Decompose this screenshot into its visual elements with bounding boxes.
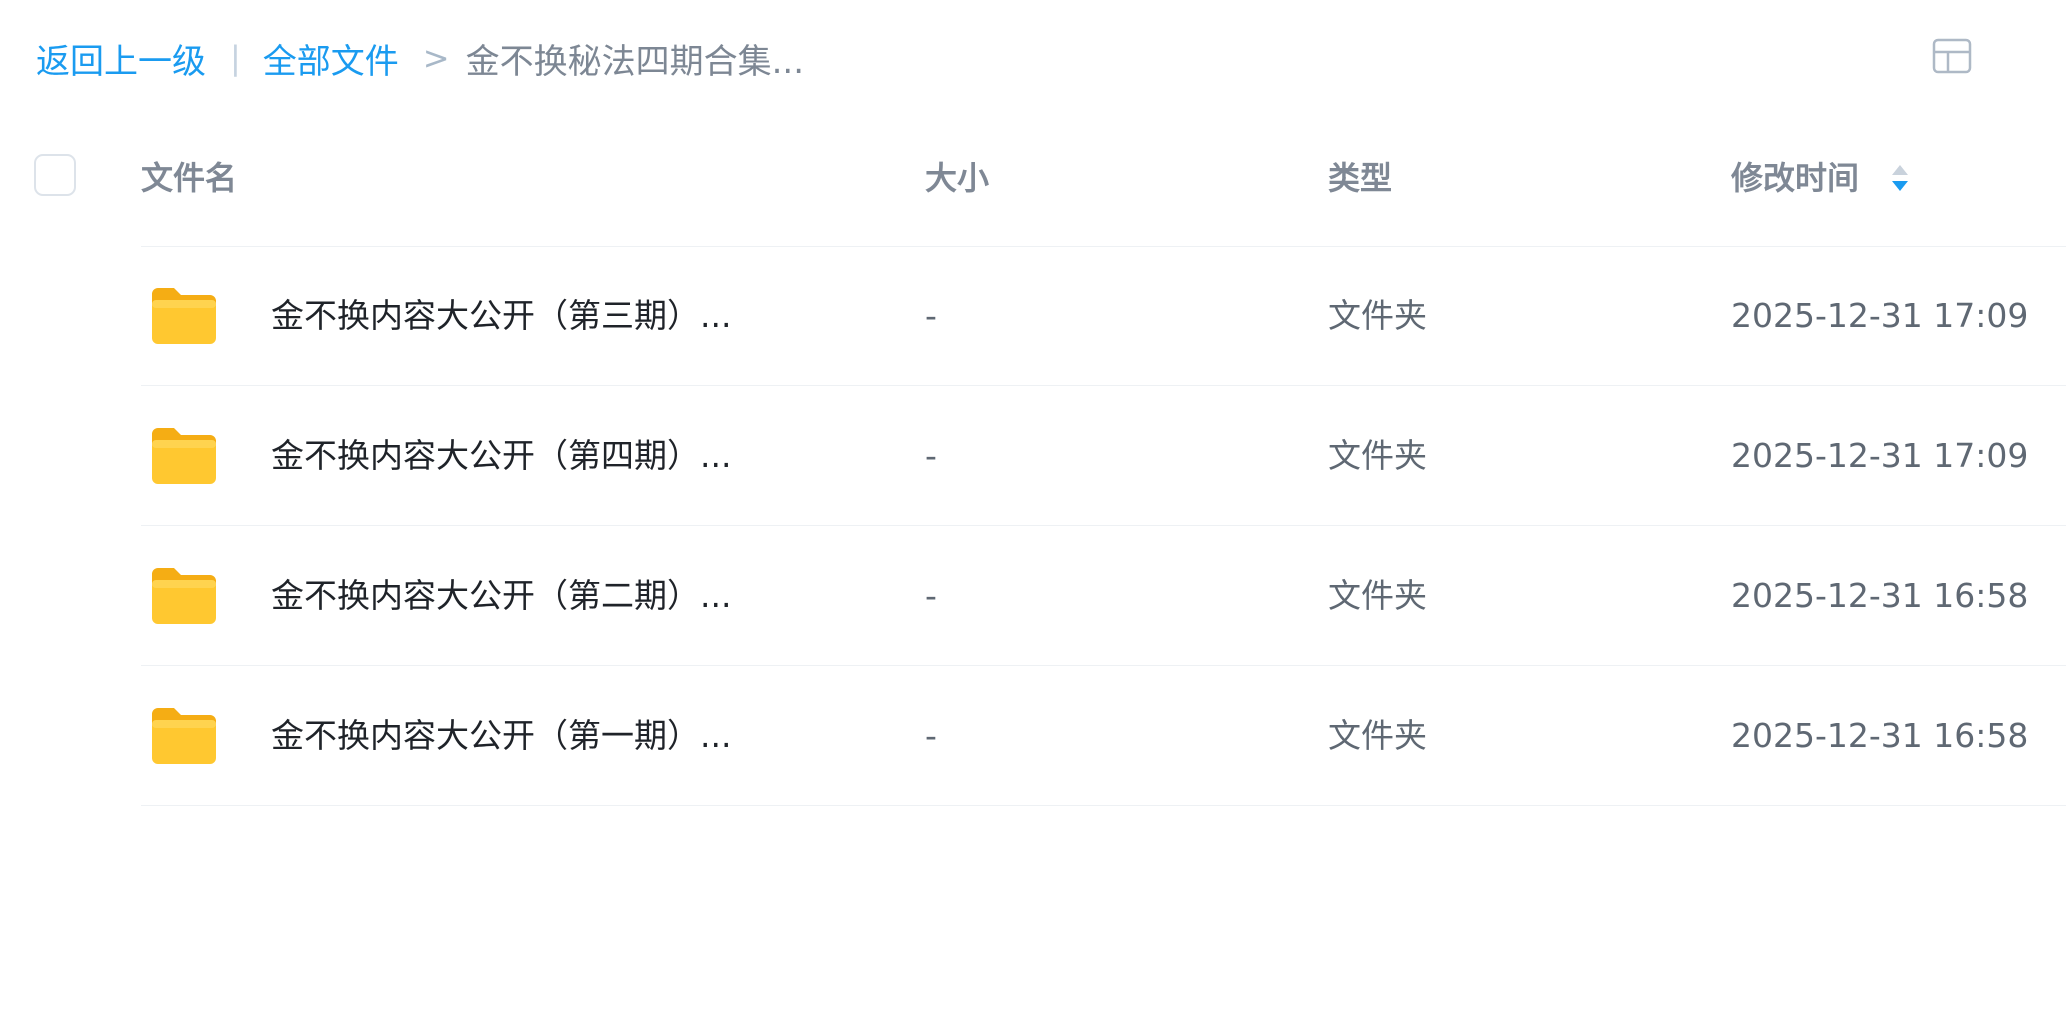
breadcrumb: 返回上一级 | 全部文件 > 金不换秘法四期合集... bbox=[36, 34, 804, 82]
breadcrumb-current: 金不换秘法四期合集... bbox=[465, 41, 805, 82]
folder-icon bbox=[150, 566, 218, 626]
file-list: 金不换内容大公开（第三期）... - 文件夹 2025-12-31 17:09 … bbox=[141, 246, 2066, 806]
folder-icon bbox=[150, 426, 218, 486]
sort-icon[interactable] bbox=[1888, 158, 1912, 198]
grid-view-icon[interactable] bbox=[1932, 38, 1972, 74]
file-modified: 2025-12-31 17:09 bbox=[1731, 436, 2029, 475]
breadcrumb-arrow: > bbox=[422, 39, 450, 77]
column-header-type[interactable]: 类型 bbox=[1328, 158, 1392, 198]
file-name[interactable]: 金不换内容大公开（第三期）... bbox=[271, 294, 731, 338]
file-size: - bbox=[925, 436, 937, 475]
file-size: - bbox=[925, 576, 937, 615]
back-link[interactable]: 返回上一级 bbox=[36, 34, 206, 83]
select-all-checkbox[interactable] bbox=[34, 154, 76, 196]
table-row[interactable]: 金不换内容大公开（第三期）... - 文件夹 2025-12-31 17:09 bbox=[141, 246, 2066, 386]
file-type: 文件夹 bbox=[1328, 436, 1427, 475]
column-header-name[interactable]: 文件名 bbox=[141, 158, 237, 198]
file-modified: 2025-12-31 17:09 bbox=[1731, 296, 2029, 335]
table-row[interactable]: 金不换内容大公开（第四期）... - 文件夹 2025-12-31 17:09 bbox=[141, 386, 2066, 526]
table-row[interactable]: 金不换内容大公开（第二期）... - 文件夹 2025-12-31 16:58 bbox=[141, 526, 2066, 666]
file-type: 文件夹 bbox=[1328, 296, 1427, 335]
table-header: 文件名 大小 类型 修改时间 bbox=[0, 140, 2066, 216]
file-modified: 2025-12-31 16:58 bbox=[1731, 576, 2029, 615]
breadcrumb-root-link[interactable]: 全部文件 bbox=[263, 34, 399, 83]
folder-icon bbox=[150, 706, 218, 766]
file-name[interactable]: 金不换内容大公开（第四期）... bbox=[271, 434, 731, 478]
file-type: 文件夹 bbox=[1328, 576, 1427, 615]
file-modified: 2025-12-31 16:58 bbox=[1731, 716, 2029, 755]
file-name[interactable]: 金不换内容大公开（第二期）... bbox=[271, 574, 731, 618]
table-row[interactable]: 金不换内容大公开（第一期）... - 文件夹 2025-12-31 16:58 bbox=[141, 666, 2066, 806]
file-type: 文件夹 bbox=[1328, 716, 1427, 755]
file-name[interactable]: 金不换内容大公开（第一期）... bbox=[271, 714, 731, 758]
file-size: - bbox=[925, 716, 937, 755]
folder-icon bbox=[150, 286, 218, 346]
file-size: - bbox=[925, 296, 937, 335]
breadcrumb-divider: | bbox=[230, 39, 241, 77]
column-header-modified[interactable]: 修改时间 bbox=[1731, 158, 1859, 198]
file-browser: 返回上一级 | 全部文件 > 金不换秘法四期合集... 文件名 大小 类型 修改… bbox=[0, 0, 2066, 1016]
column-header-size[interactable]: 大小 bbox=[925, 158, 989, 198]
